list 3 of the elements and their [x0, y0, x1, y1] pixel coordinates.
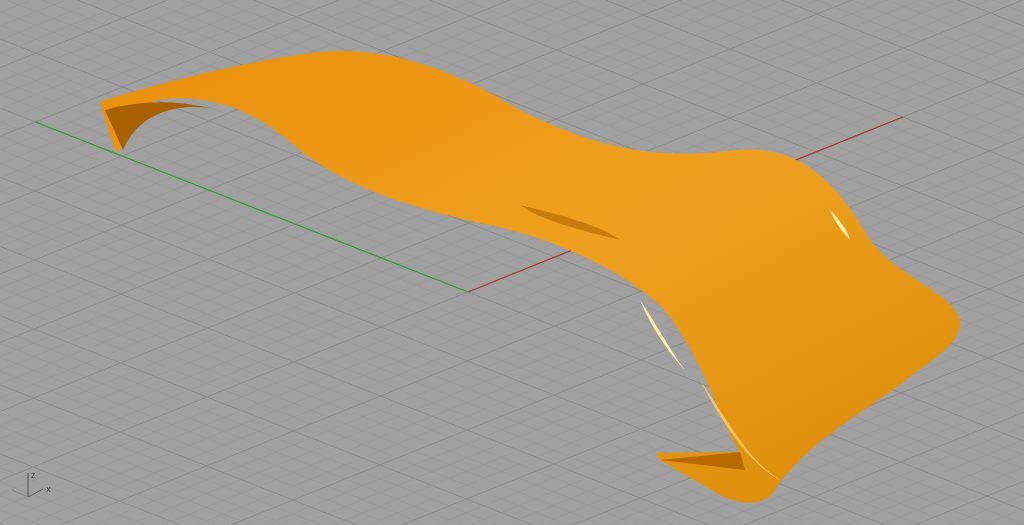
z-axis-label: z: [31, 471, 36, 480]
x-axis-label: x: [46, 485, 51, 494]
axis-gizmo-icon: [11, 472, 44, 498]
